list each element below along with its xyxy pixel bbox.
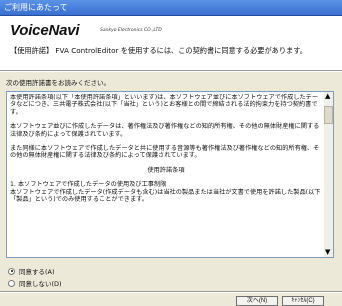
footer-divider — [0, 291, 342, 293]
header-panel: VoiceNavi Sankyo Electronics CO.,LTD 【使用… — [0, 16, 342, 70]
voicenavi-logo: VoiceNavi — [10, 22, 80, 39]
license-textbox[interactable]: 本使用許諾条項(以下「本使用許諾条項」といいます)は、本ソフトウェア並びに本ソフ… — [6, 91, 334, 258]
window-title: ご利用にあたって — [4, 3, 68, 12]
company-name: Sankyo Electronics CO.,LTD — [100, 28, 162, 33]
license-text: 本使用許諾条項(以下「本使用許諾条項」といいます)は、本ソフトウェア並びに本ソフ… — [10, 94, 322, 255]
content-panel: 次の使用許諾書をお読みください。 本使用許諾条項(以下「本使用許諾条項」といいま… — [0, 72, 342, 306]
title-bar: ご利用にあたって — [0, 0, 342, 16]
license-paragraph-2: 本ソフトウェア並びに作成したデータは、著作権法及び著作権などの知的所有権、その他… — [10, 123, 320, 138]
agree-radio[interactable]: 同意する(A) — [8, 266, 55, 276]
next-button[interactable]: 次へ(N) — [236, 296, 278, 306]
scroll-down-button[interactable]: ▼ — [324, 248, 333, 257]
disagree-label: 同意しない(D) — [19, 280, 62, 288]
scroll-thumb[interactable] — [324, 106, 333, 124]
disagree-radio[interactable]: 同意しない(D) — [8, 278, 62, 288]
cancel-button[interactable]: ｷｬﾝｾﾙ(C) — [282, 296, 324, 306]
scroll-up-button[interactable]: ▲ — [324, 92, 333, 101]
vertical-scrollbar[interactable]: ▲ ▼ — [324, 92, 333, 257]
license-paragraph-1: 本使用許諾条項(以下「本使用許諾条項」といいます)は、本ソフトウェア並びに本ソフ… — [10, 94, 319, 116]
arrow-down-icon: ▼ — [325, 248, 331, 256]
agree-label: 同意する(A) — [19, 268, 55, 276]
header-description: 【使用許諾】 FVA ControlEditor を使用するには、この契約書に同… — [10, 46, 307, 55]
license-paragraph-4: 1. 本ソフトウェアで作成したデータの使用及び工事制限 本ソフトウェアで作成した… — [10, 181, 321, 204]
license-paragraph-3: また同様に本ソフトウェアで作成したデータと共に使用する音源等も著作権法及び著作権… — [10, 145, 320, 160]
arrow-up-icon: ▲ — [325, 92, 331, 100]
radio-selected-icon — [8, 267, 15, 275]
license-heading: 使用許諾条項 — [147, 166, 185, 174]
read-prompt: 次の使用許諾書をお読みください。 — [6, 79, 110, 87]
radio-empty-icon — [8, 279, 15, 287]
